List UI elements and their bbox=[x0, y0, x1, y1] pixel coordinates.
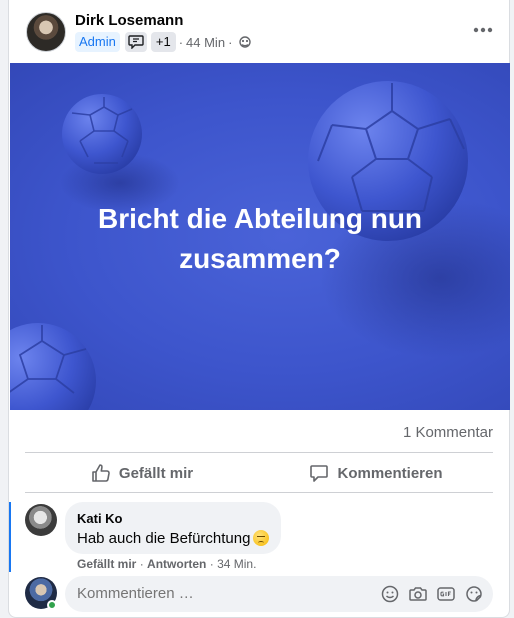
comment-timestamp[interactable]: 34 Min. bbox=[217, 557, 256, 571]
camera-icon[interactable] bbox=[408, 584, 427, 603]
comment-action-separator: · bbox=[209, 557, 214, 571]
divider bbox=[25, 492, 493, 493]
comment-like-link[interactable]: Gefällt mir bbox=[77, 557, 136, 571]
ball-top-left bbox=[62, 94, 142, 174]
online-status-indicator bbox=[47, 600, 57, 610]
post-stats: 1 Kommentar bbox=[25, 420, 493, 444]
meta-separator: · bbox=[228, 34, 233, 50]
group-globe-icon[interactable] bbox=[239, 36, 252, 48]
comment-highlight-bar bbox=[9, 502, 11, 572]
post-actions: Gefällt mir Kommentieren bbox=[25, 455, 493, 491]
comment-composer bbox=[9, 574, 509, 614]
meta-separator: · bbox=[178, 34, 184, 50]
commenter-avatar[interactable] bbox=[25, 504, 57, 536]
post-image[interactable]: Bricht die Abteilung nun zusammen? bbox=[10, 63, 510, 410]
more-options-button[interactable] bbox=[469, 18, 497, 42]
comment-item: Kati Ko Hab auch die Befürchtung Gefällt… bbox=[9, 498, 509, 572]
comment-bubble-icon bbox=[310, 465, 329, 482]
admin-badge[interactable]: Admin bbox=[75, 32, 120, 52]
composer-tools bbox=[380, 584, 483, 603]
ball-bottom-left bbox=[10, 323, 96, 410]
comment-bubble: Kati Ko Hab auch die Befürchtung bbox=[65, 502, 281, 554]
author-avatar[interactable] bbox=[26, 12, 66, 52]
headline-line-2: zusammen? bbox=[179, 243, 341, 274]
conversation-starter-badge[interactable] bbox=[124, 32, 147, 52]
commenter-name[interactable]: Kati Ko bbox=[77, 511, 123, 526]
like-label: Gefällt mir bbox=[118, 464, 194, 482]
post-header: Dirk Losemann Admin +1 · 44 Min · bbox=[9, 0, 509, 62]
divider bbox=[25, 452, 493, 453]
comment-label: Kommentieren bbox=[337, 464, 443, 482]
comment-text: Hab auch die Befürchtung bbox=[77, 530, 270, 547]
speech-bubble-icon bbox=[128, 35, 144, 49]
sticker-icon[interactable] bbox=[464, 584, 483, 603]
post-headline: Bricht die Abteilung nun zusammen? bbox=[10, 199, 510, 279]
post-card: Dirk Losemann Admin +1 · 44 Min · Bricht… bbox=[8, 0, 510, 618]
smiley-icon[interactable] bbox=[380, 584, 399, 603]
comment-action-separator: · bbox=[139, 557, 144, 571]
comment-count-link[interactable]: 1 Kommentar bbox=[403, 424, 493, 441]
more-dots-icon bbox=[473, 27, 493, 33]
more-badges-count[interactable]: +1 bbox=[150, 32, 176, 52]
comment-text-content: Hab auch die Befürchtung bbox=[77, 530, 251, 547]
post-timestamp[interactable]: 44 Min bbox=[186, 35, 225, 50]
like-button[interactable]: Gefällt mir bbox=[25, 455, 259, 491]
thumbs-up-icon bbox=[92, 464, 110, 482]
comment-actions: Gefällt mir · Antworten · 34 Min. bbox=[77, 557, 256, 571]
relieved-face-emoji-icon bbox=[253, 530, 270, 546]
comment-button[interactable]: Kommentieren bbox=[259, 455, 493, 491]
post-meta: Admin +1 · 44 Min · bbox=[75, 32, 252, 52]
author-name[interactable]: Dirk Losemann bbox=[75, 12, 183, 29]
comment-reply-link[interactable]: Antworten bbox=[147, 557, 206, 571]
headline-line-1: Bricht die Abteilung nun bbox=[97, 203, 423, 234]
gif-icon[interactable] bbox=[436, 584, 455, 603]
